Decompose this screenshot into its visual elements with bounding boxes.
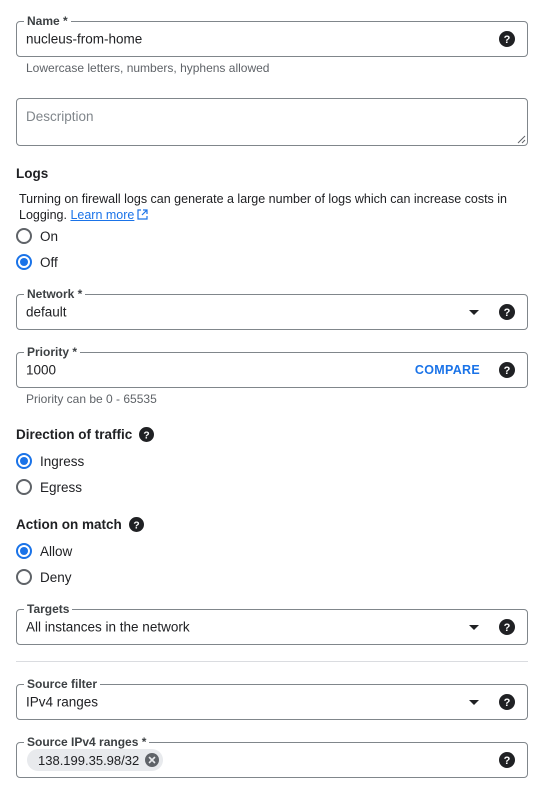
targets-label: Targets: [24, 602, 73, 616]
source-filter-value: IPv4 ranges: [26, 694, 99, 710]
action-radio-deny[interactable]: Deny: [16, 569, 72, 585]
direction-radio-egress[interactable]: Egress: [16, 479, 82, 495]
radio-unchecked-icon[interactable]: [16, 569, 32, 585]
help-circle-icon[interactable]: ?: [499, 31, 515, 47]
caret-down-icon[interactable]: [469, 625, 479, 630]
logs-title: Logs: [16, 166, 49, 181]
logs-description: Turning on firewall logs can generate a …: [19, 191, 509, 223]
source-filter-select[interactable]: Source filter IPv4 ranges ?: [16, 677, 528, 720]
svg-text:?: ?: [504, 755, 511, 767]
targets-value: All instances in the network: [26, 619, 190, 635]
logs-off-label: Off: [40, 254, 58, 270]
direction-title: Direction of traffic ?: [16, 427, 155, 442]
ip-range-chip[interactable]: 138.199.35.98/32: [27, 749, 164, 771]
help-circle-icon[interactable]: ?: [139, 427, 155, 442]
help-circle-icon[interactable]: ?: [499, 694, 515, 710]
egress-label: Egress: [40, 479, 83, 495]
network-select[interactable]: Network * default ?: [16, 287, 528, 330]
description-field[interactable]: Description: [16, 98, 528, 146]
resize-handle-icon[interactable]: [517, 135, 526, 144]
radio-checked-icon[interactable]: [16, 254, 32, 270]
radio-unchecked-icon[interactable]: [16, 228, 32, 244]
network-value: default: [26, 304, 67, 320]
svg-text:?: ?: [504, 697, 511, 709]
network-label: Network *: [24, 287, 86, 301]
name-input[interactable]: nucleus-from-home: [26, 32, 142, 47]
open-in-new-icon[interactable]: [137, 209, 148, 220]
ingress-label: Ingress: [40, 453, 85, 469]
cancel-circle-icon[interactable]: [145, 753, 160, 767]
svg-text:?: ?: [133, 520, 139, 531]
help-circle-icon[interactable]: ?: [499, 304, 515, 320]
action-radio-allow[interactable]: Allow: [16, 543, 72, 559]
deny-label: Deny: [40, 569, 72, 585]
svg-text:?: ?: [144, 430, 150, 441]
caret-down-icon[interactable]: [469, 310, 479, 315]
action-title: Action on match ?: [16, 517, 144, 532]
help-circle-icon[interactable]: ?: [499, 362, 515, 378]
priority-label: Priority *: [24, 345, 81, 359]
help-circle-icon[interactable]: ?: [499, 752, 515, 768]
radio-checked-icon[interactable]: [16, 453, 32, 469]
logs-on-label: On: [40, 228, 59, 244]
allow-label: Allow: [40, 543, 73, 559]
radio-unchecked-icon[interactable]: [16, 479, 32, 495]
svg-text:?: ?: [504, 365, 511, 377]
help-circle-icon[interactable]: ?: [499, 619, 515, 635]
priority-hint: Priority can be 0 - 65535: [26, 392, 157, 406]
direction-radio-ingress[interactable]: Ingress: [16, 453, 84, 469]
logs-radio-on[interactable]: On: [16, 228, 58, 244]
source-filter-label: Source filter: [24, 677, 101, 691]
source-ranges-field[interactable]: Source IPv4 ranges * 138.199.35.98/32 ?: [16, 735, 528, 778]
help-circle-icon[interactable]: ?: [128, 517, 144, 532]
svg-text:?: ?: [504, 307, 511, 319]
learn-more-link[interactable]: Learn more: [70, 208, 134, 222]
section-divider: [16, 661, 528, 662]
source-ranges-label: Source IPv4 ranges *: [24, 735, 150, 749]
caret-down-icon[interactable]: [469, 700, 479, 705]
description-placeholder: Description: [26, 109, 94, 124]
name-field[interactable]: Name * nucleus-from-home ?: [16, 14, 528, 57]
priority-field[interactable]: Priority * 1000 COMPARE ?: [16, 345, 528, 388]
svg-text:?: ?: [504, 34, 511, 46]
radio-checked-icon[interactable]: [16, 543, 32, 559]
logs-radio-off[interactable]: Off: [16, 254, 58, 270]
priority-input[interactable]: 1000: [26, 363, 56, 378]
compare-button[interactable]: COMPARE: [415, 363, 480, 377]
targets-select[interactable]: Targets All instances in the network ?: [16, 602, 528, 645]
name-field-label: Name *: [24, 14, 71, 28]
svg-text:?: ?: [504, 622, 511, 634]
name-hint: Lowercase letters, numbers, hyphens allo…: [26, 61, 270, 75]
chip-label: 138.199.35.98/32: [38, 752, 140, 768]
